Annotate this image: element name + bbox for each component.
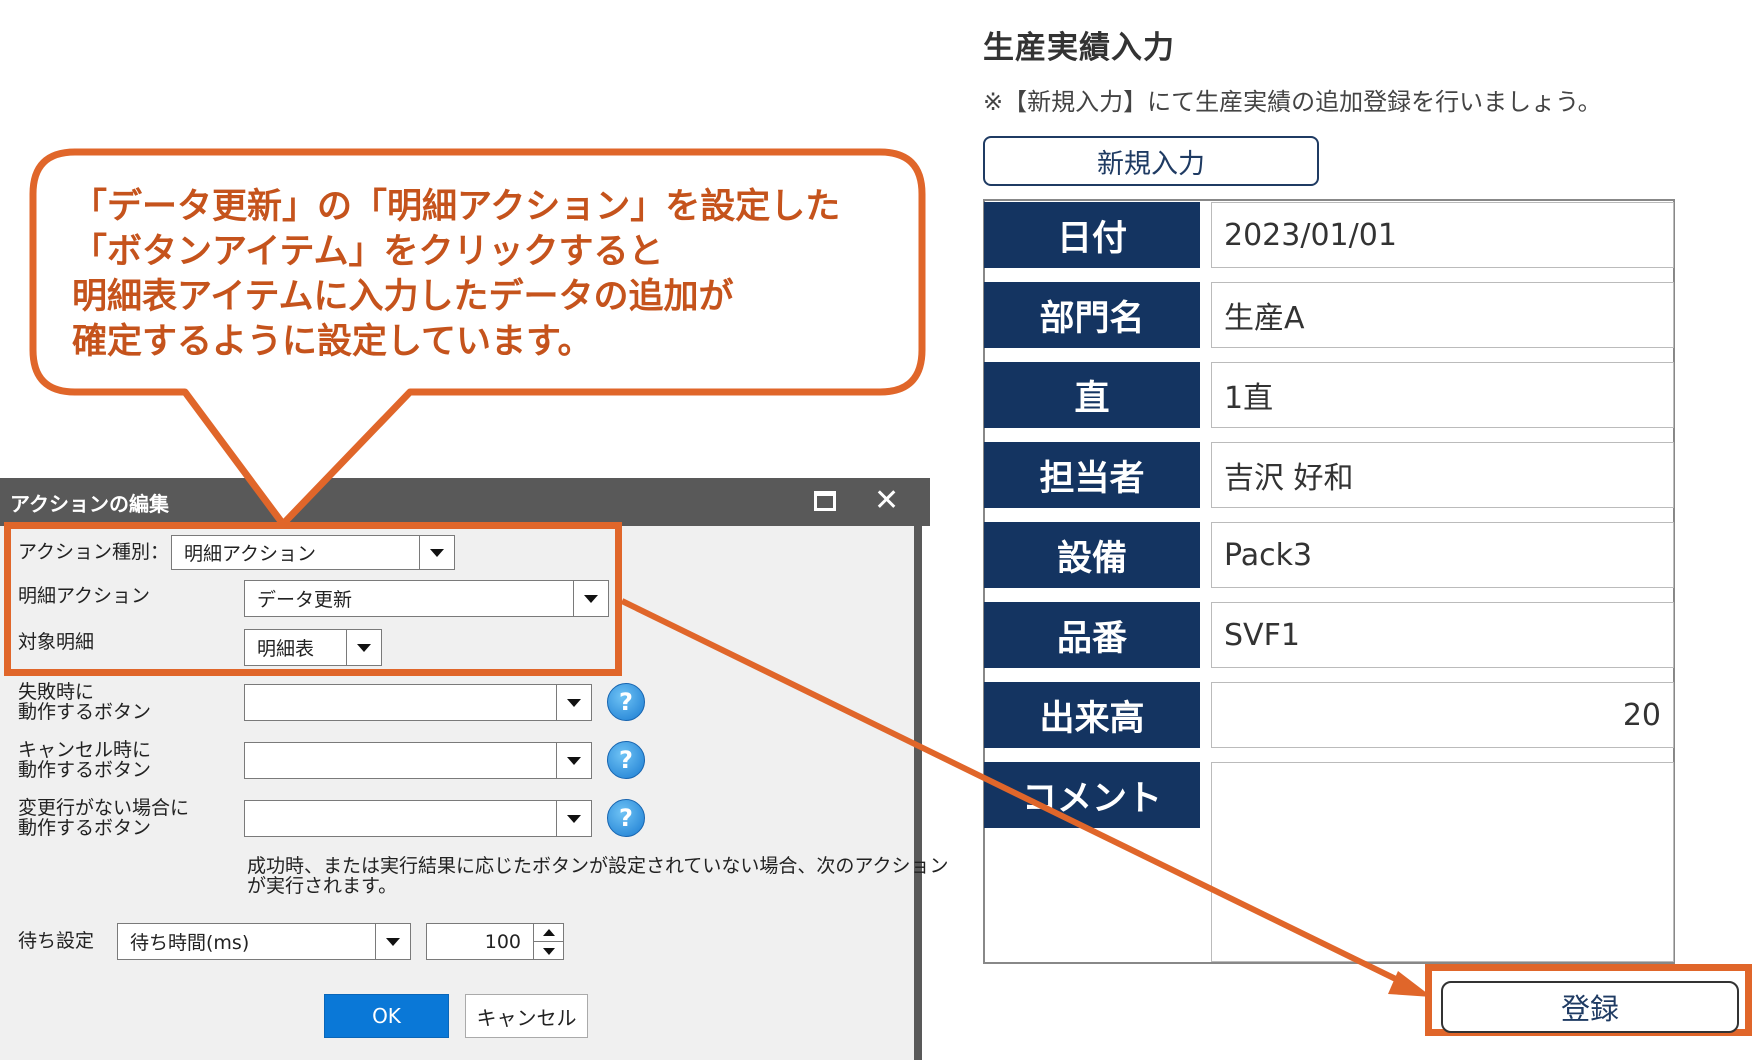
arrowhead-icon xyxy=(1388,971,1432,997)
callout-line-2: 「ボタンアイテム」をクリックすると xyxy=(72,232,664,272)
callout-overlay xyxy=(29,148,1432,997)
connector-arrow-line xyxy=(620,598,1410,988)
callout-line-1: 「データ更新」の「明細アクション」を設定した xyxy=(72,187,841,227)
callout-text: 「データ更新」の「明細アクション」を設定した 「ボタンアイテム」をクリックすると… xyxy=(72,185,932,365)
callout-line-3: 明細表アイテムに入力したデータの追加が xyxy=(72,277,734,317)
callout-line-4: 確定するように設定しています。 xyxy=(72,322,593,362)
